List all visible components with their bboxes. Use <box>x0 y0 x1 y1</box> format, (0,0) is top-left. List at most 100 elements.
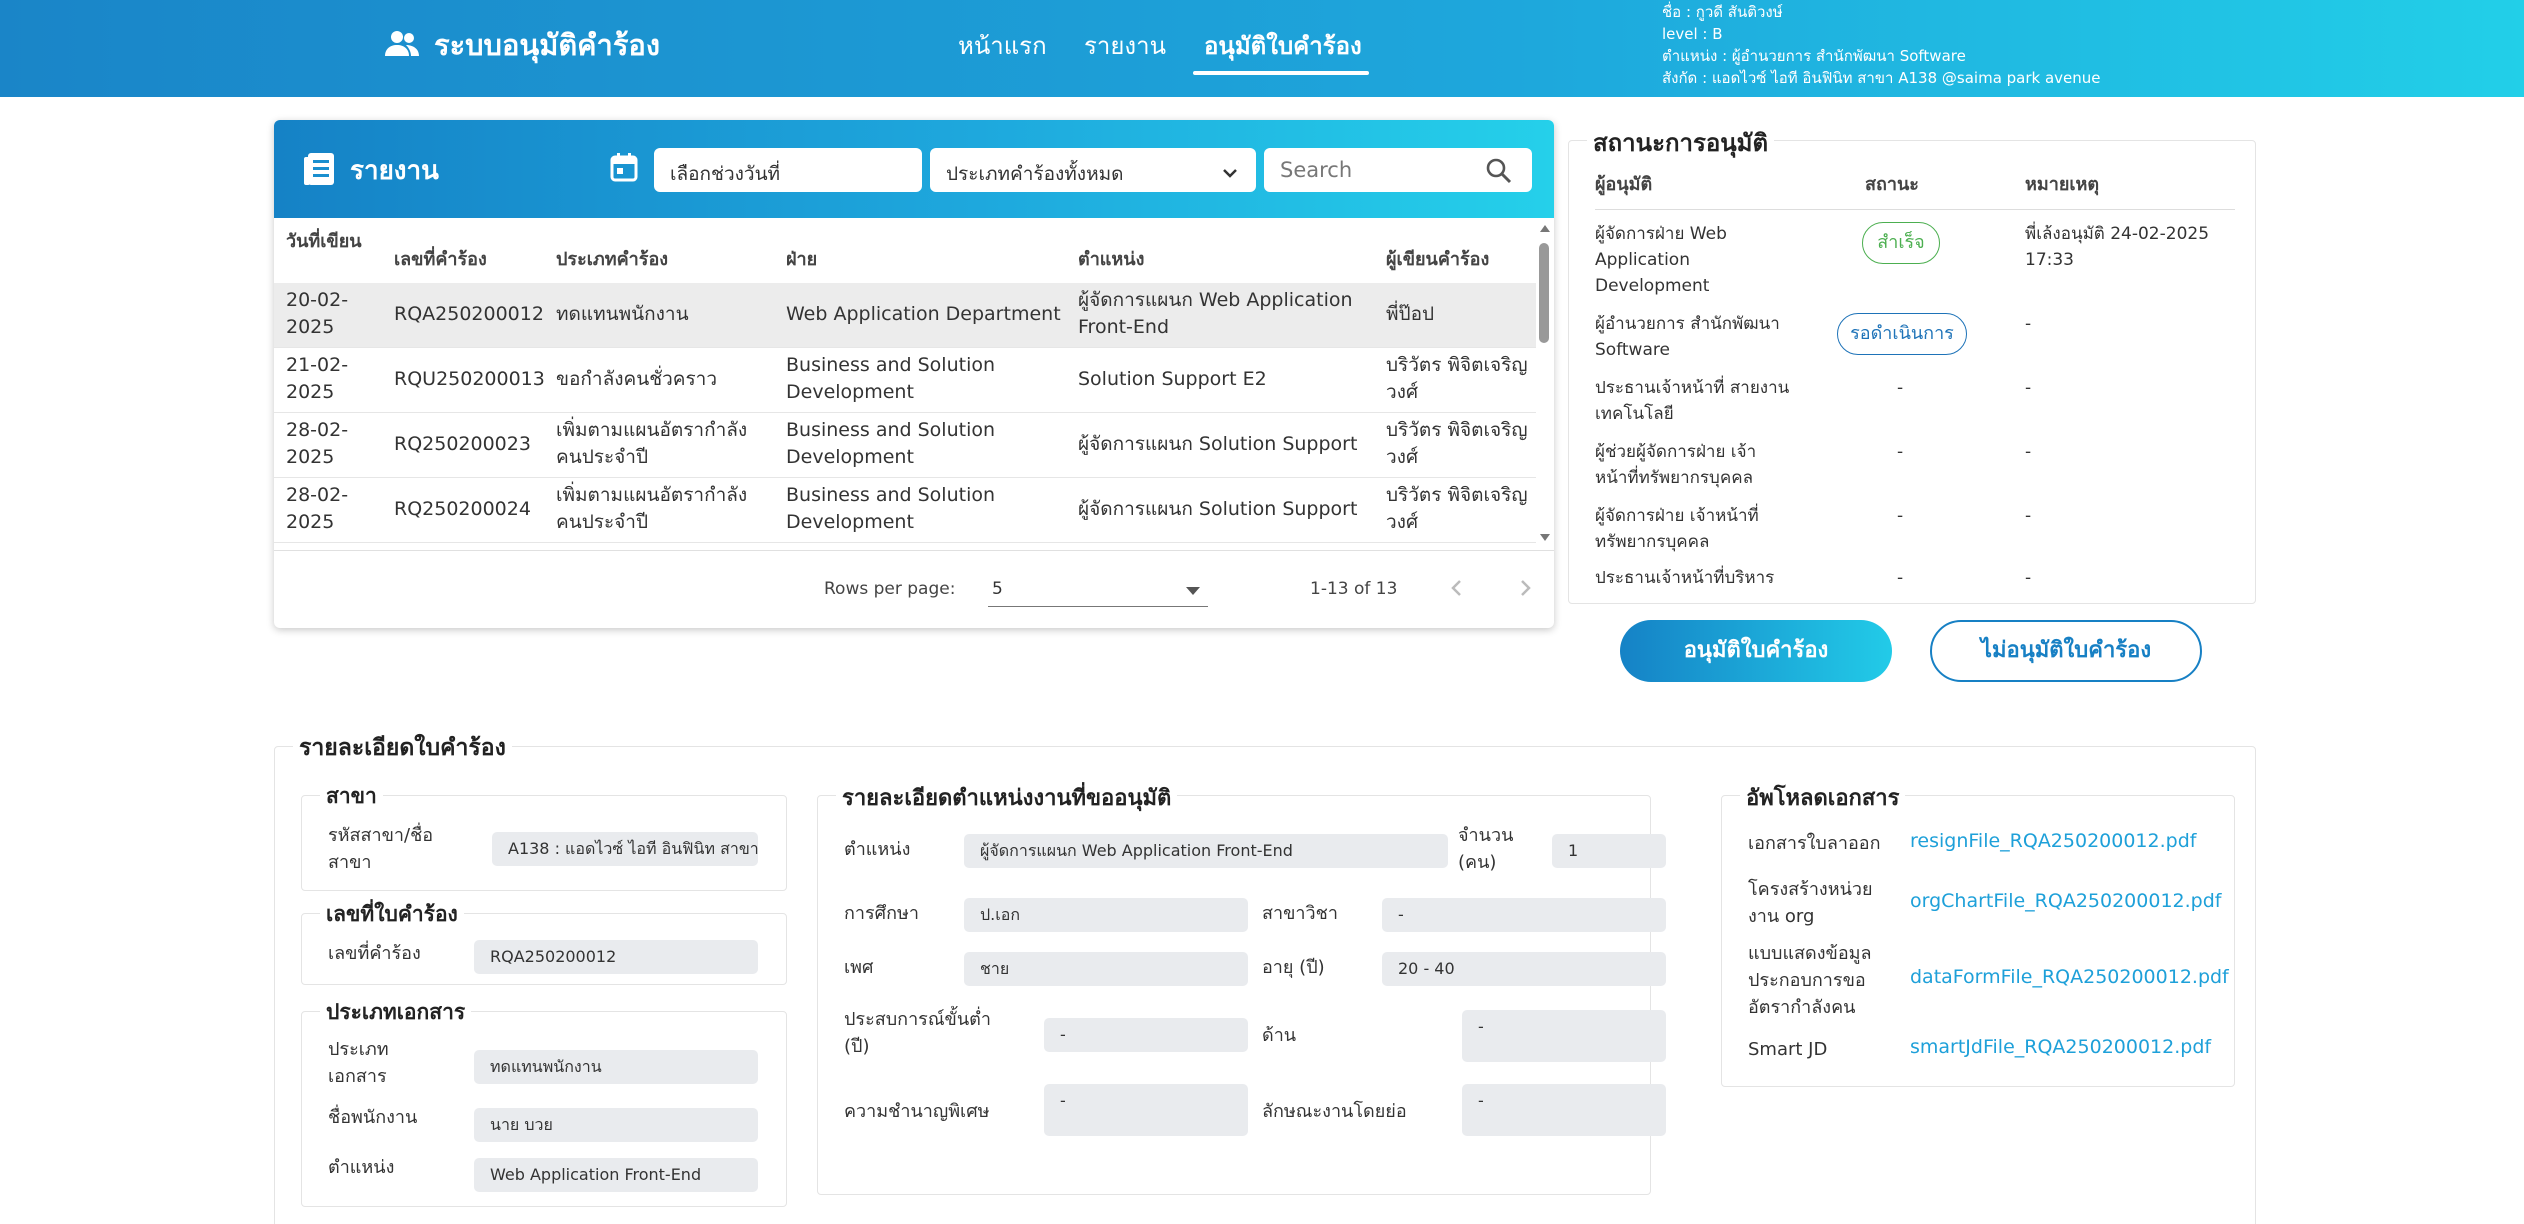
nav-home[interactable]: หน้าแรก <box>958 26 1047 65</box>
document-type-title: ประเภทเอกสาร <box>320 996 472 1029</box>
cell-request-no: RQA250200012 <box>394 303 544 325</box>
top-navigation-bar: ระบบอนุมัติคำร้อง หน้าแรก รายงาน อนุมัติ… <box>0 0 2524 97</box>
request-details-panel: รายละเอียดใบคำร้อง สาขา รหัสสาขา/ชื่อสาข… <box>274 730 2256 1224</box>
col-status: สถานะ <box>1865 174 1919 195</box>
cell-position: Solution Support E2 <box>1078 368 1267 390</box>
cell-request-type: เพิ่มตามแผนอัตรากำลังคนประจำปี <box>556 484 748 533</box>
branch-title: สาขา <box>320 780 383 813</box>
table-row[interactable]: 28-02-2025 RQ250200024 เพิ่มตามแผนอัตราก… <box>274 478 1536 543</box>
cell-request-no: RQU250200013 <box>394 368 545 390</box>
age-label: อายุ (ปี) <box>1262 957 1325 978</box>
cell-date: 28-02-2025 <box>286 419 349 468</box>
file-link[interactable]: smartJdFile_RQA250200012.pdf <box>1910 1036 2211 1058</box>
rows-per-page-label: Rows per page: <box>824 579 956 599</box>
cell-date: 28-02-2025 <box>286 484 349 533</box>
field-label: ด้าน <box>1262 1025 1297 1046</box>
major-label: สาขาวิชา <box>1262 903 1338 924</box>
user-level: level : B <box>1662 25 1723 43</box>
rows-per-page-value: 5 <box>992 579 1003 599</box>
report-heading: รายงาน <box>302 150 439 191</box>
experience-label: ประสบการณ์ขั้นต่ำ (ปี) <box>844 1009 991 1057</box>
search-box[interactable] <box>1264 148 1532 192</box>
request-details-title: รายละเอียดใบคำร้อง <box>293 730 512 766</box>
status-text: - <box>1897 378 1904 398</box>
col-position[interactable]: ตำแหน่ง <box>1078 244 1144 273</box>
approval-note: - <box>2025 314 2032 334</box>
search-icon[interactable] <box>1486 158 1512 189</box>
approval-note: - <box>2025 506 2032 526</box>
cell-department: Web Application Department <box>786 303 1061 325</box>
major-field: - <box>1382 898 1666 932</box>
cell-writer: บริวัตร พิจิตเจริญวงศ์ <box>1386 484 1528 533</box>
table-row[interactable]: 20-02-2025 RQA250200012 ทดแทนพนักงาน Web… <box>274 283 1536 348</box>
upload-documents-section: อัพโหลดเอกสาร เอกสารใบลาออก resignFile_R… <box>1721 780 2235 1087</box>
headcount-label: จำนวน (คน) <box>1458 825 1514 873</box>
approver-name: ผู้อำนวยการ สำนักพัฒนา Software <box>1595 314 1780 360</box>
status-badge: สำเร็จ <box>1862 222 1940 264</box>
table-header: วันที่เขียน เลขที่คำร้อง ประเภทคำร้อง ฝ่… <box>274 218 1536 288</box>
status-text: - <box>1897 506 1904 526</box>
upload-label: โครงสร้างหน่วยงาน org <box>1748 879 1873 927</box>
position-label: ตำแหน่ง <box>844 839 911 860</box>
table-row[interactable]: 28-02-2025 RQ250200023 เพิ่มตามแผนอัตราก… <box>274 413 1536 478</box>
col-note: หมายเหตุ <box>2025 174 2100 195</box>
col-writer[interactable]: ผู้เขียนคำร้อง <box>1386 244 1489 273</box>
employee-name-label: ชื่อพนักงาน <box>328 1107 418 1128</box>
cell-writer: บริวัตร พิจิตเจริญวงศ์ <box>1386 354 1528 403</box>
col-request-type[interactable]: ประเภทคำร้อง <box>556 244 668 273</box>
upload-documents-title: อัพโหลดเอกสาร <box>1740 780 1906 815</box>
file-link[interactable]: dataFormFile_RQA250200012.pdf <box>1910 966 2229 988</box>
caret-down-icon <box>1186 587 1200 595</box>
approver-name: ผู้จัดการฝ่าย Web Application Developmen… <box>1595 224 1727 296</box>
job-summary-field: - <box>1462 1084 1666 1136</box>
cell-department: Business and Solution Development <box>786 419 996 468</box>
approve-button[interactable]: อนุมัติใบคำร้อง <box>1620 620 1892 682</box>
reject-button[interactable]: ไม่อนุมัติใบคำร้อง <box>1930 620 2202 682</box>
col-date[interactable]: วันที่เขียน <box>286 226 362 255</box>
chevron-left-icon[interactable] <box>1442 573 1472 603</box>
upload-label: แบบแสดงข้อมูลประกอบการขออัตรากำลังคน <box>1748 943 1872 1018</box>
report-title: รายงาน <box>350 156 439 186</box>
education-label: การศึกษา <box>844 903 919 924</box>
education-field: ป.เอก <box>964 898 1248 932</box>
nav-approve-request[interactable]: อนุมัติใบคำร้อง <box>1204 26 1362 65</box>
approval-note: พี่เล้งอนุมัติ 24-02-2025 17:33 <box>2025 224 2210 270</box>
calendar-icon[interactable] <box>610 152 638 186</box>
date-range-input[interactable]: เลือกช่วงวันที่ <box>654 148 922 192</box>
request-no-field: RQA250200012 <box>474 940 758 974</box>
col-request-no[interactable]: เลขที่คำร้อง <box>394 244 487 273</box>
position-details-section: รายละเอียดตำแหน่งงานที่ขออนุมัติ ตำแหน่ง… <box>817 780 1666 1195</box>
rows-per-page-select[interactable]: 5 <box>988 573 1208 607</box>
app-brand[interactable]: ระบบอนุมัติคำร้อง <box>384 20 660 70</box>
file-link[interactable]: resignFile_RQA250200012.pdf <box>1910 830 2196 852</box>
cell-date: 21-02-2025 <box>286 354 349 403</box>
status-text: - <box>1897 442 1904 462</box>
file-link[interactable]: orgChartFile_RQA250200012.pdf <box>1910 890 2221 912</box>
cell-department: Business and Solution Development <box>786 354 996 403</box>
user-position: ตำแหน่ง : ผู้อำนวยการ สำนักพัฒนา Softwar… <box>1662 47 1966 65</box>
request-type-value: ประเภทคำร้องทั้งหมด <box>946 163 1124 185</box>
page-range: 1-13 of 13 <box>1310 579 1398 599</box>
gender-label: เพศ <box>844 957 874 978</box>
approval-note: - <box>2025 442 2032 462</box>
scrollbar-thumb[interactable] <box>1539 243 1549 343</box>
status-text: - <box>1897 568 1904 588</box>
approver-name: ประธานเจ้าหน้าที่ สายงานเทคโนโลยี <box>1595 378 1790 424</box>
user-affiliation: สังกัด : แอดไวซ์ ไอที อินฟินิท สาขา A138… <box>1662 69 2101 87</box>
request-type-select[interactable]: ประเภทคำร้องทั้งหมด <box>930 148 1256 192</box>
table-row[interactable]: 21-02-2025 RQU250200013 ขอกำลังคนชั่วครา… <box>274 348 1536 413</box>
age-field: 20 - 40 <box>1382 952 1666 986</box>
divider <box>1595 209 2235 210</box>
cell-writer: บริวัตร พิจิตเจริญวงศ์ <box>1386 419 1528 468</box>
users-icon <box>384 28 420 62</box>
user-info: ชื่อ : กูวดี สันติวงษ์ level : B ตำแหน่ง… <box>1662 1 2101 89</box>
chevron-right-icon[interactable] <box>1510 573 1540 603</box>
position-field: ผู้จัดการแผนก Web Application Front-End <box>964 834 1448 868</box>
nav-report[interactable]: รายงาน <box>1084 26 1166 65</box>
approval-status-title: สถานะการอนุมัติ <box>1587 123 1775 162</box>
cell-writer: พี่ป๊อป <box>1386 303 1435 325</box>
search-input[interactable] <box>1280 148 1480 192</box>
request-no-label: เลขที่คำร้อง <box>328 943 421 964</box>
employee-position-label: ตำแหน่ง <box>328 1157 395 1178</box>
col-department[interactable]: ฝ่าย <box>786 244 817 273</box>
